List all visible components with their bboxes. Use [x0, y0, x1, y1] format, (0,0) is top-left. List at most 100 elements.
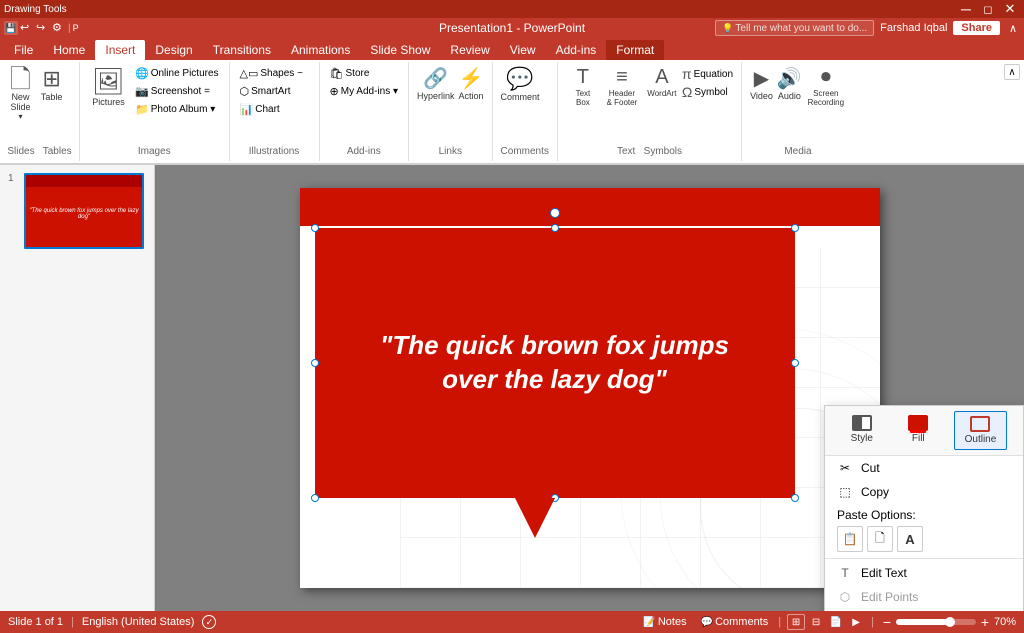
status-divider-3: | — [871, 616, 874, 628]
header-footer-button[interactable]: ≡ Header& Footer — [602, 66, 642, 107]
drawing-tools-label: Drawing Tools — [4, 4, 67, 15]
comment-button[interactable]: 💬 Comment — [501, 66, 540, 102]
notes-button[interactable]: 📝 Notes — [639, 615, 690, 629]
tab-home[interactable]: Home — [43, 40, 95, 60]
ctx-fill-button[interactable]: Fill — [898, 411, 938, 450]
ctx-paste-btn-2[interactable]: 🗋 — [867, 526, 893, 552]
slide-sorter-button[interactable]: ⊟ — [807, 614, 825, 630]
tab-animations[interactable]: Animations — [281, 40, 360, 60]
video-button[interactable]: ▶ Video — [750, 66, 773, 101]
zoom-slider-thumb[interactable] — [945, 617, 955, 627]
tab-review[interactable]: Review — [440, 40, 499, 60]
undo-icon[interactable]: ↩ — [20, 21, 34, 35]
zoom-out-button[interactable]: − — [880, 615, 894, 629]
tab-insert[interactable]: Insert — [95, 40, 145, 60]
tab-slideshow[interactable]: Slide Show — [360, 40, 440, 60]
equation-button[interactable]: π Equation — [682, 66, 733, 82]
slide-canvas[interactable]: "The quick brown fox jumpsover the lazy … — [300, 188, 880, 588]
online-pictures-button[interactable]: 🌐 Online Pictures — [133, 66, 221, 81]
online-pictures-icon: 🌐 — [135, 67, 149, 80]
tab-transitions[interactable]: Transitions — [203, 40, 281, 60]
wordart-button[interactable]: A WordArt — [644, 66, 680, 98]
hyperlink-button[interactable]: 🔗 Hyperlink — [417, 66, 455, 101]
ctx-cut-icon: ✂ — [837, 461, 853, 475]
slide-count: Slide 1 of 1 — [8, 616, 63, 628]
text-box-icon: T — [577, 66, 589, 89]
shapes-button[interactable]: △▭ Shapes ~ — [238, 66, 311, 81]
new-slide-button[interactable]: 🗋 NewSlide ▾ — [6, 64, 35, 123]
photo-album-label: Photo Album ▾ — [151, 104, 216, 115]
ctx-group-item[interactable]: ▭▭ Group ▶ — [825, 609, 1023, 611]
save-icon[interactable]: 💾 — [4, 21, 18, 35]
language-status: English (United States) — [82, 616, 195, 628]
hyperlink-label: Hyperlink — [417, 91, 455, 101]
comment-label: Comment — [501, 92, 540, 102]
search-field[interactable]: 💡 Tell me what you want to do... — [715, 20, 874, 36]
zoom-slider-fill — [896, 619, 952, 625]
normal-view-button[interactable]: ⊞ — [787, 614, 805, 630]
new-slide-label: NewSlide — [10, 92, 30, 112]
screenshot-button[interactable]: 📷 Screenshot = — [133, 84, 221, 99]
ctx-copy-item[interactable]: ⬚ Copy — [825, 480, 1023, 504]
audio-button[interactable]: 🔊 Audio — [777, 66, 802, 101]
symbol-button[interactable]: Ω Symbol — [682, 84, 733, 100]
smartart-button[interactable]: ⬡ SmartArt — [238, 84, 311, 99]
slides-group-label: Slides Tables — [6, 146, 73, 159]
share-button[interactable]: Share — [953, 21, 1000, 35]
tab-format[interactable]: Format — [606, 40, 664, 60]
table-button[interactable]: ⊞ Table — [37, 64, 67, 104]
zoom-percent[interactable]: 70% — [994, 616, 1016, 628]
screen-recording-button[interactable]: ⏺ ScreenRecording — [806, 66, 846, 107]
slideshow-button[interactable]: ▶ — [847, 614, 865, 630]
ribbon-collapse-button[interactable]: ∧ — [1006, 21, 1020, 35]
slide-thumbnail[interactable]: "The quick brown fox jumps over the lazy… — [24, 173, 144, 249]
notes-icon: 📝 — [643, 617, 655, 628]
ctx-paste-btn-1[interactable]: 📋 — [837, 526, 863, 552]
minimize-button[interactable]: ─ — [956, 0, 976, 19]
rotate-handle[interactable] — [550, 208, 560, 218]
customize-icon[interactable]: ⚙ — [52, 21, 66, 35]
ribbon-collapse-button[interactable]: ∧ — [1004, 64, 1020, 80]
redo-icon[interactable]: ↪ — [36, 21, 50, 35]
chart-button[interactable]: 📊 Chart — [238, 102, 311, 117]
ctx-edit-text-item[interactable]: T Edit Text — [825, 561, 1023, 585]
zoom-slider[interactable] — [896, 619, 976, 625]
tab-view[interactable]: View — [500, 40, 546, 60]
ctx-paste-btn-3[interactable]: A — [897, 526, 923, 552]
screenshot-label: Screenshot = — [151, 86, 210, 97]
action-button[interactable]: ⚡ Action — [459, 66, 484, 101]
thumb-text: "The quick brown fox jumps over the lazy… — [26, 206, 142, 222]
ctx-style-button[interactable]: Style — [841, 411, 883, 450]
chart-label: Chart — [255, 104, 279, 115]
tab-design[interactable]: Design — [145, 40, 202, 60]
ctx-edit-points-label: Edit Points — [861, 590, 918, 604]
ctx-edit-points-item[interactable]: ⬡ Edit Points — [825, 585, 1023, 609]
image-options: 🌐 Online Pictures 📷 Screenshot = 📁 Photo… — [133, 64, 221, 117]
accessibility-icon[interactable]: ✓ — [202, 615, 216, 629]
user-name[interactable]: Farshad Iqbal — [880, 22, 947, 34]
table-label: Table — [41, 92, 63, 102]
comments-button[interactable]: 💬 Comments — [697, 615, 773, 629]
text-box-button[interactable]: T TextBox — [566, 66, 600, 107]
tab-addins[interactable]: Add-ins — [546, 40, 607, 60]
pictures-button[interactable]: 🖼 Pictures — [88, 64, 129, 109]
my-addins-button[interactable]: ⊕ My Add-ins ▾ — [328, 84, 400, 99]
zoom-in-button[interactable]: + — [978, 615, 992, 629]
close-button[interactable]: ✕ — [1000, 0, 1020, 19]
powerpoint-icon: P — [73, 23, 79, 33]
slide-main-text: "The quick brown fox jumpsover the lazy … — [380, 329, 729, 397]
restore-button[interactable]: ◻ — [978, 0, 998, 19]
title-bar: 💾 ↩ ↪ ⚙ | P Presentation1 - PowerPoint 💡… — [0, 18, 1024, 38]
speech-bubble-shape[interactable]: "The quick brown fox jumpsover the lazy … — [315, 228, 795, 498]
ctx-paste-section: Paste Options: 📋 🗋 A — [825, 504, 1023, 556]
illustrations-group-label: Illustrations — [238, 146, 311, 159]
ctx-outline-button[interactable]: Outline — [954, 411, 1008, 450]
tab-file[interactable]: File — [4, 40, 43, 60]
ctx-cut-item[interactable]: ✂ Cut — [825, 456, 1023, 480]
store-button[interactable]: 🛍 Store — [328, 66, 400, 81]
photo-album-button[interactable]: 📁 Photo Album ▾ — [133, 102, 221, 117]
new-slide-arrow: ▾ — [18, 112, 22, 121]
reading-view-button[interactable]: 📄 — [827, 614, 845, 630]
wordart-label: WordArt — [647, 89, 676, 98]
ctx-fill-label: Fill — [912, 433, 925, 444]
